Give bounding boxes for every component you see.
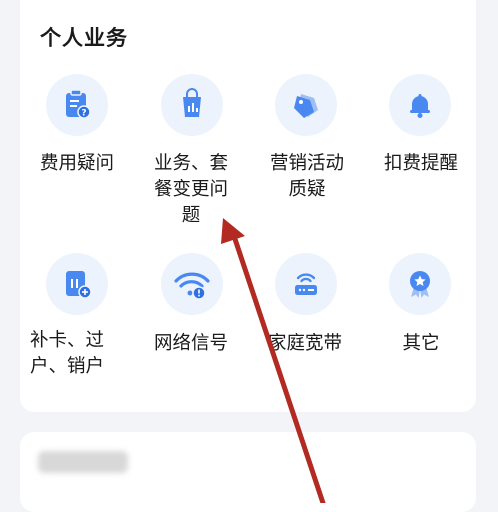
reminder-icon-bg (389, 74, 451, 136)
svg-text:?: ? (81, 109, 86, 119)
tags-icon (294, 94, 318, 118)
other-icon-bg (389, 253, 451, 315)
broadband-icon-bg (275, 253, 337, 315)
fee-question-label: 费用疑问 (39, 153, 114, 174)
home-broadband-label: 家庭宽带 (267, 333, 342, 354)
sim-card-add-icon (66, 271, 92, 299)
network-signal-label: 网络信号 (153, 333, 228, 354)
router-icon (295, 273, 317, 295)
package-change-icon (183, 88, 201, 117)
wifi-alert-icon (174, 272, 210, 300)
network-icon-bg (161, 253, 223, 315)
sim-transfer-cancel-label: 补卡、过 户、销户 (30, 330, 105, 377)
bill-question-icon: ? (66, 89, 91, 119)
badge-star-icon (410, 271, 430, 298)
section-title: 个人业务 (40, 26, 128, 50)
second-section-title-blurred (38, 451, 128, 473)
bell-icon (410, 94, 430, 118)
package-change-icon-bg (161, 74, 223, 136)
fee-question-icon-bg: ? (46, 74, 108, 136)
marketing-question-label: 营销活动 质疑 (269, 153, 344, 200)
sim-icon-bg (46, 253, 108, 315)
package-change-label: 业务、套 餐变更问 题 (153, 153, 228, 226)
deduction-reminder-label: 扣费提醒 (383, 153, 458, 174)
other-label: 其它 (402, 333, 440, 354)
marketing-icon-bg (275, 74, 337, 136)
